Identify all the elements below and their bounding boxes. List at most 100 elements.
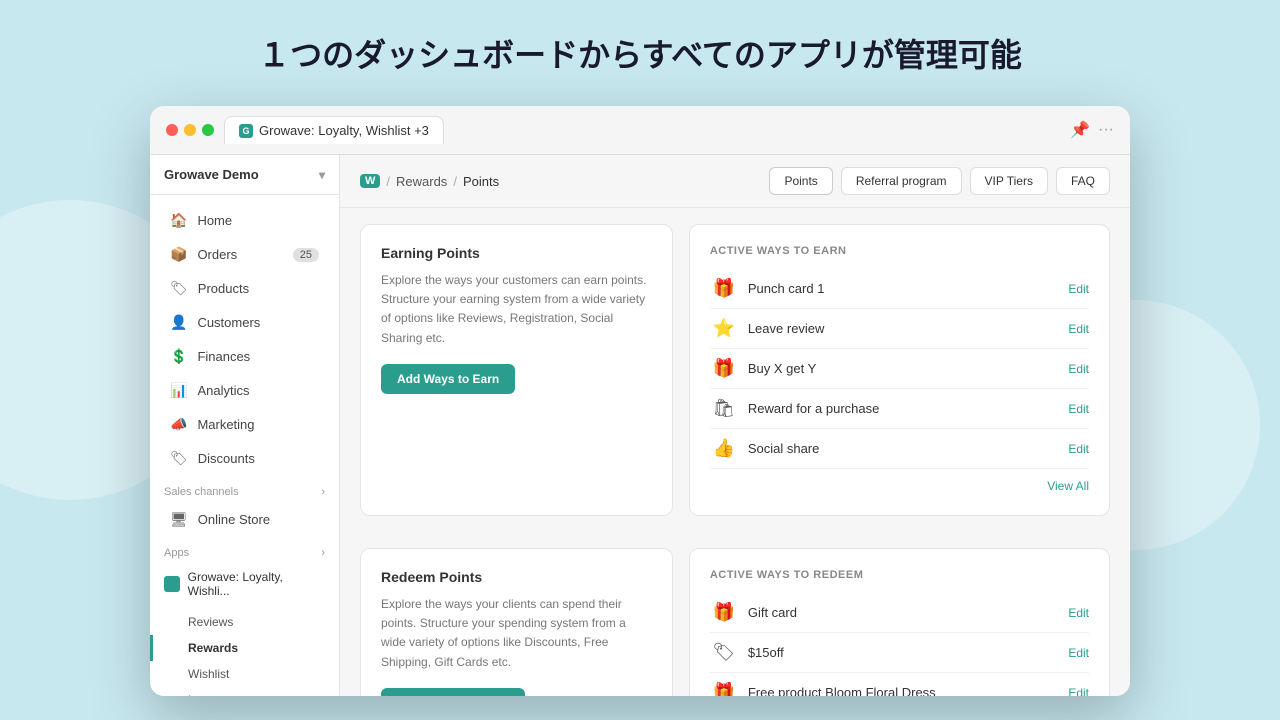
sidebar-nav: 🏠 Home 📦 Orders 25 🏷 Products 👤 Customer…: [150, 195, 339, 696]
top-bar: W / Rewards / Points Points Referral pro…: [340, 155, 1130, 208]
reviews-label: Reviews: [188, 615, 233, 629]
free-product-icon: 🎁: [710, 682, 738, 696]
sidebar-item-products[interactable]: 🏷 Products: [156, 272, 333, 305]
minimize-dot[interactable]: [184, 124, 196, 136]
pin-icon[interactable]: 📌: [1070, 120, 1090, 140]
maximize-dot[interactable]: [202, 124, 214, 136]
tab-referral[interactable]: Referral program: [841, 167, 962, 195]
earn-row-leave-review: ⭐ Leave review Edit: [710, 309, 1089, 349]
active-redeem-label: ACTIVE WAYS TO REDEEM: [710, 569, 1089, 581]
home-icon: 🏠: [170, 212, 187, 229]
punch-card-icon: 🎁: [710, 278, 738, 299]
earn-row-social-share: 👍 Social share Edit: [710, 429, 1089, 469]
tab-buttons: Points Referral program VIP Tiers FAQ: [769, 167, 1110, 195]
sales-channels-chevron: ›: [321, 486, 325, 498]
sidebar-item-label: Discounts: [198, 451, 255, 466]
app-icon: [164, 576, 180, 592]
breadcrumb-rewards: Rewards: [396, 174, 447, 189]
leave-review-edit[interactable]: Edit: [1068, 322, 1089, 336]
sidebar-item-label: Home: [197, 213, 232, 228]
sidebar: Growave Demo ▾ 🏠 Home 📦 Orders 25 🏷 Prod…: [150, 155, 340, 696]
add-earn-button[interactable]: Add Ways to Earn: [381, 364, 515, 394]
15off-icon: 🏷: [710, 642, 738, 663]
earning-card: Earning Points Explore the ways your cus…: [360, 224, 673, 516]
finances-icon: 💲: [170, 348, 187, 365]
sidebar-item-label: Analytics: [197, 383, 249, 398]
app-name: Growave: Loyalty, Wishli...: [188, 570, 325, 598]
products-icon: 🏷: [170, 280, 188, 297]
apps-section: Apps ›: [150, 537, 339, 563]
tab-favicon: G: [239, 124, 253, 138]
sidebar-item-discounts[interactable]: 🏷 Discounts: [156, 442, 333, 475]
window-controls: [166, 124, 214, 136]
tab-vip[interactable]: VIP Tiers: [970, 167, 1048, 195]
free-product-edit[interactable]: Edit: [1068, 686, 1089, 697]
active-earn-label: ACTIVE WAYS TO EARN: [710, 245, 1089, 257]
page-heading: １つのダッシュボードからすべてのアプリが管理可能: [0, 0, 1280, 76]
sidebar-item-label: Online Store: [198, 512, 270, 527]
sidebar-item-home[interactable]: 🏠 Home: [156, 204, 333, 237]
breadcrumb-sep1: /: [386, 174, 390, 189]
sidebar-item-customers[interactable]: 👤 Customers: [156, 306, 333, 339]
instagram-label: Instagram: [188, 693, 241, 696]
active-redeem-card: ACTIVE WAYS TO REDEEM 🎁 Gift card Edit 🏷…: [689, 548, 1110, 696]
view-all-link[interactable]: View All: [1047, 479, 1089, 493]
apps-label: Apps: [164, 547, 189, 559]
15off-edit[interactable]: Edit: [1068, 646, 1089, 660]
main-content: W / Rewards / Points Points Referral pro…: [340, 155, 1130, 696]
15off-label: $15off: [748, 645, 1058, 660]
tab-faq[interactable]: FAQ: [1056, 167, 1110, 195]
free-product-label: Free product Bloom Floral Dress: [748, 685, 1058, 696]
browser-tab[interactable]: G Growave: Loyalty, Wishlist +3: [224, 116, 444, 144]
add-spend-button[interactable]: Add Ways to Spend: [381, 688, 525, 696]
sidebar-item-label: Finances: [197, 349, 250, 364]
store-selector[interactable]: Growave Demo ▾: [150, 155, 339, 195]
sales-channels-section: Sales channels ›: [150, 476, 339, 502]
sidebar-item-online-store[interactable]: 🖥 Online Store: [156, 503, 333, 536]
buy-x-get-y-edit[interactable]: Edit: [1068, 362, 1089, 376]
leave-review-icon: ⭐: [710, 318, 738, 339]
active-earn-card: ACTIVE WAYS TO EARN 🎁 Punch card 1 Edit …: [689, 224, 1110, 516]
sidebar-item-label: Marketing: [197, 417, 254, 432]
breadcrumb: W / Rewards / Points: [360, 174, 499, 189]
redeem-section-row: Redeem Points Explore the ways your clie…: [340, 532, 1130, 696]
leave-review-label: Leave review: [748, 321, 1058, 336]
reward-purchase-edit[interactable]: Edit: [1068, 402, 1089, 416]
wishlist-label: Wishlist: [188, 667, 229, 681]
chevron-down-icon: ▾: [319, 168, 325, 182]
reward-purchase-icon: 🛍: [710, 398, 738, 419]
punch-card-edit[interactable]: Edit: [1068, 282, 1089, 296]
punch-card-label: Punch card 1: [748, 281, 1058, 296]
submenu-rewards[interactable]: Rewards: [150, 635, 339, 661]
tab-points[interactable]: Points: [769, 167, 832, 195]
sidebar-item-growave-app[interactable]: Growave: Loyalty, Wishli...: [150, 563, 339, 605]
apps-chevron: ›: [321, 547, 325, 559]
submenu-reviews[interactable]: Reviews: [150, 609, 339, 635]
redeem-row-gift-card: 🎁 Gift card Edit: [710, 593, 1089, 633]
breadcrumb-points: Points: [463, 174, 499, 189]
buy-x-get-y-label: Buy X get Y: [748, 361, 1058, 376]
tab-title: Growave: Loyalty, Wishlist +3: [259, 123, 429, 138]
gift-card-label: Gift card: [748, 605, 1058, 620]
app-submenu: Reviews Rewards Wishlist Instagram Custo…: [150, 605, 339, 696]
earning-section-row: Earning Points Explore the ways your cus…: [340, 208, 1130, 532]
sidebar-item-finances[interactable]: 💲 Finances: [156, 340, 333, 373]
orders-icon: 📦: [170, 246, 187, 263]
social-share-label: Social share: [748, 441, 1058, 456]
sidebar-item-marketing[interactable]: 📣 Marketing: [156, 408, 333, 441]
redeem-row-15off: 🏷 $15off Edit: [710, 633, 1089, 673]
sidebar-item-orders[interactable]: 📦 Orders 25: [156, 238, 333, 271]
more-options-icon[interactable]: ···: [1098, 121, 1114, 139]
close-dot[interactable]: [166, 124, 178, 136]
browser-window: G Growave: Loyalty, Wishlist +3 📌 ··· Gr…: [150, 106, 1130, 696]
sidebar-item-analytics[interactable]: 📊 Analytics: [156, 374, 333, 407]
submenu-wishlist[interactable]: Wishlist: [150, 661, 339, 687]
discounts-icon: 🏷: [170, 450, 188, 467]
gift-card-edit[interactable]: Edit: [1068, 606, 1089, 620]
social-share-edit[interactable]: Edit: [1068, 442, 1089, 456]
online-store-icon: 🖥: [170, 511, 188, 528]
browser-actions: 📌 ···: [1070, 120, 1114, 140]
submenu-instagram[interactable]: Instagram: [150, 687, 339, 696]
sidebar-item-label: Orders: [197, 247, 237, 262]
analytics-icon: 📊: [170, 382, 187, 399]
